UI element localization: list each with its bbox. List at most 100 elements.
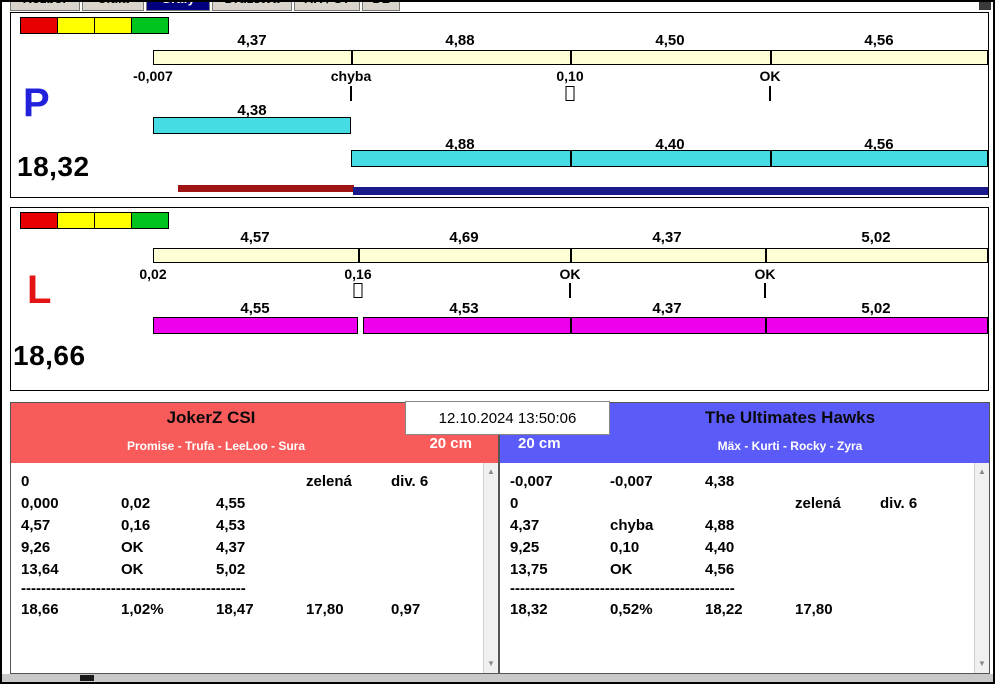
scroll-up-icon[interactable]: ▲ (975, 465, 989, 479)
cell (391, 559, 498, 581)
segment-value: 5,02 (861, 229, 891, 246)
category-label: 20 cm (429, 435, 472, 452)
segment-value: 4,56 (864, 32, 894, 49)
split-time-bar-p (153, 117, 351, 134)
tick-label: 0,02 (139, 266, 167, 282)
cell (391, 515, 498, 537)
cell: 0 (510, 495, 519, 512)
bar-divider (570, 248, 572, 263)
cell: 13,64 (21, 561, 59, 578)
bar-divider (765, 317, 767, 334)
table-row: 0 zelená div. 6 (11, 471, 498, 493)
cell: 1,02% (121, 601, 164, 618)
total-time-p: 18,32 (17, 151, 90, 182)
cell: 9,26 (21, 539, 51, 556)
tab-druzstva[interactable]: Družstva (212, 2, 292, 11)
cell: 9,25 (510, 539, 540, 556)
cell: OK (121, 539, 144, 556)
results-table-left[interactable]: 0 zelená div. 6 0,000 0,02 4,55 4,57 0,16 4,53… (11, 463, 498, 673)
team-panel-left: JokerZ CSI Promise - Trufa - LeeLoo - Su… (10, 402, 499, 674)
table-total-row: 18,66 1,02% 18,47 17,80 0,97 (11, 599, 498, 621)
bar-divider (765, 248, 767, 263)
table-separator: ----------------------------------------… (510, 581, 735, 597)
cell: chyba (610, 517, 654, 534)
segment-value: 4,55 (240, 300, 270, 317)
cell: 4,55 (216, 495, 246, 512)
cell: 17,80 (795, 601, 833, 618)
table-row: 13,64 OK 5,02 (11, 559, 498, 581)
cell: 0,52% (610, 601, 653, 618)
cell (391, 493, 498, 515)
cell: 0,10 (610, 539, 640, 556)
cell: 0,02 (121, 495, 151, 512)
cell: 4,56 (705, 561, 735, 578)
cell: 17,80 (306, 601, 344, 618)
segment-value: 5,02 (861, 300, 891, 317)
tab-label: DL (372, 2, 389, 6)
cell: -0,007 (610, 473, 653, 490)
table-row: 0 zelená div. 6 (500, 493, 989, 515)
indicator-square-yellow (94, 17, 132, 34)
tab-label: RR / ST (304, 2, 350, 6)
cell (880, 559, 989, 581)
tab-grafy[interactable]: Grafy (146, 2, 210, 11)
bar-divider (770, 150, 772, 167)
cell (121, 471, 216, 493)
cursor-marker (353, 283, 363, 298)
cell: 0,000 (21, 495, 59, 512)
bar-divider (358, 248, 360, 263)
total-time-l: 18,66 (13, 340, 86, 371)
lane-letter-l: L (27, 268, 52, 312)
indicator-square-yellow (57, 212, 95, 229)
scrollbar[interactable]: ▲ ▼ (974, 463, 989, 673)
cell: 5,02 (216, 561, 246, 578)
cell (216, 471, 306, 493)
scrollbar[interactable]: ▲ ▼ (483, 463, 498, 673)
cell: 4,53 (216, 517, 246, 534)
scroll-up-icon[interactable]: ▲ (484, 465, 498, 479)
datetime-text: 12.10.2024 13:50:06 (438, 409, 577, 427)
cell: zelená (795, 495, 841, 512)
cell: OK (121, 561, 144, 578)
indicator-square-yellow (94, 212, 132, 229)
cursor-marker (565, 86, 575, 101)
tab-dl[interactable]: DL (362, 2, 400, 11)
cell: 18,66 (21, 601, 59, 618)
tab-cidla[interactable]: Čidla (82, 2, 144, 11)
cell (306, 515, 391, 537)
app-window: Rozbor Čidla Grafy Družstva RR / ST DL 4… (0, 0, 995, 684)
tick-line (350, 86, 352, 101)
datetime-box: 12.10.2024 13:50:06 (405, 401, 610, 435)
cell: 0,16 (121, 517, 151, 534)
indicator-square-yellow (57, 17, 95, 34)
indicator-square-red (20, 212, 58, 229)
panel-p-graph: 4,37 4,88 4,50 4,56 -0,007 chyba 0,10 OK… (10, 12, 989, 198)
cell: 4,37 (216, 539, 246, 556)
tick-line (769, 86, 771, 101)
panel-l-graph: 4,57 4,69 4,37 5,02 0,02 0,16 OK OK L 4,… (10, 207, 989, 391)
tick-label: OK (559, 266, 581, 282)
cell: 4,88 (705, 517, 735, 534)
tab-label: Grafy (161, 2, 195, 6)
table-row: 13,75 OK 4,56 (500, 559, 989, 581)
segment-value: 4,37 (237, 32, 267, 49)
cell (880, 515, 989, 537)
results-table-right[interactable]: -0,007 -0,007 4,38 0 zelená div. 6 4,37 chyba… (500, 463, 989, 673)
cell (306, 559, 391, 581)
scroll-down-icon[interactable]: ▼ (484, 657, 498, 671)
tab-rozbor[interactable]: Rozbor (10, 2, 80, 11)
reference-time-bar (153, 248, 988, 263)
bar-divider (770, 50, 772, 65)
segment-value: 4,88 (445, 32, 475, 49)
tab-rr-st[interactable]: RR / ST (294, 2, 360, 11)
lane-letter-p: P (23, 81, 50, 125)
tick-line (764, 283, 766, 298)
scroll-down-icon[interactable]: ▼ (975, 657, 989, 671)
bottom-strip (2, 674, 993, 682)
cell: 18,22 (705, 601, 743, 618)
table-row: 9,25 0,10 4,40 (500, 537, 989, 559)
segment-value: 4,50 (655, 32, 685, 49)
tick-label: OK (754, 266, 776, 282)
table-separator: ----------------------------------------… (21, 581, 246, 597)
indicator-square-green (131, 17, 169, 34)
